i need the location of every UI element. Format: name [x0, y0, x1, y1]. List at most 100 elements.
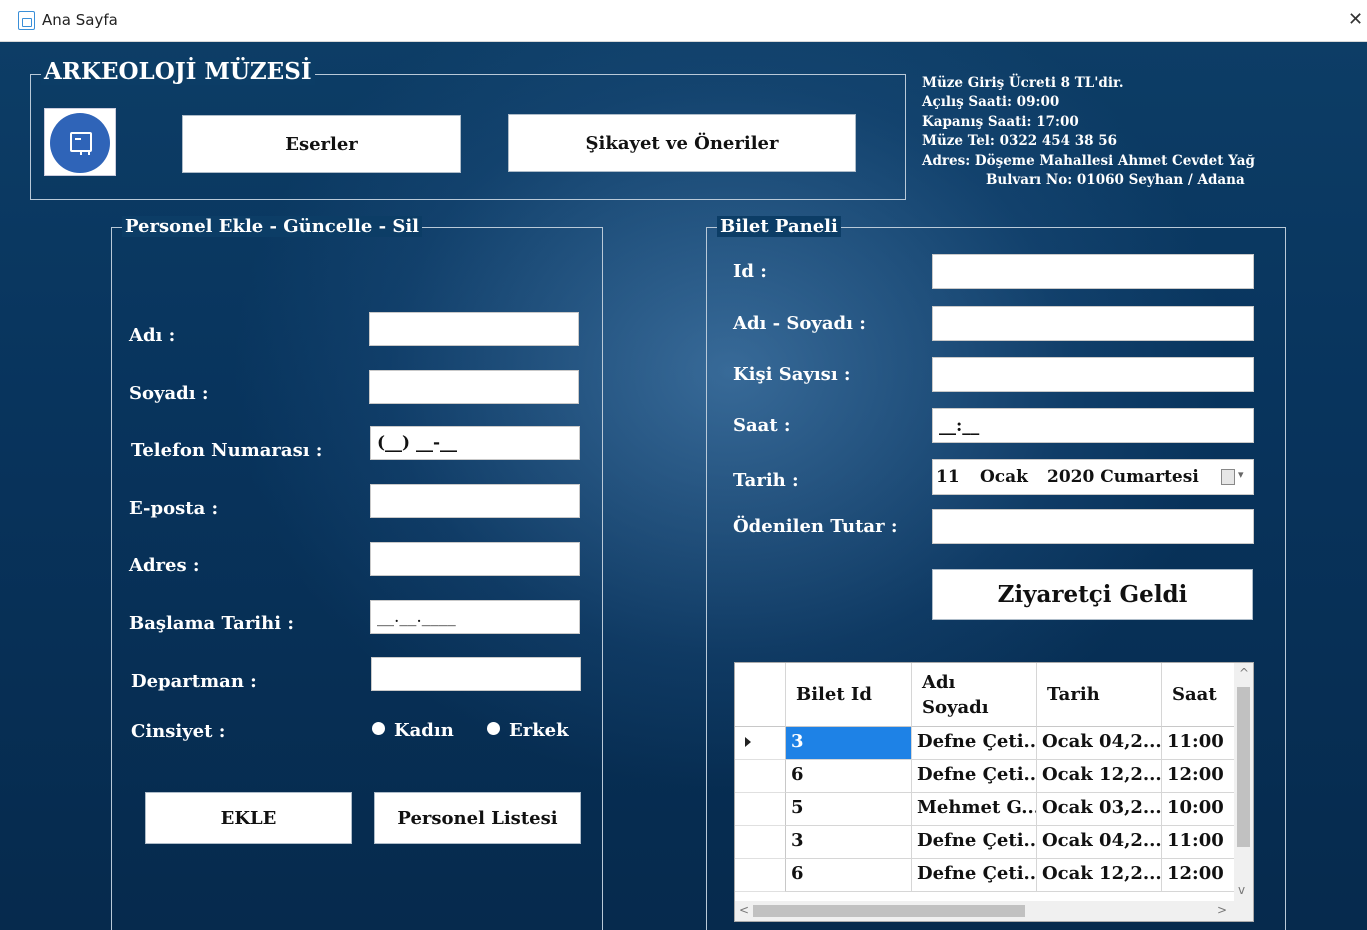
- vertical-scroll-thumb[interactable]: [1237, 687, 1250, 847]
- cell-adi-soyadi[interactable]: Mehmet G...: [912, 793, 1037, 826]
- erkek-radio[interactable]: Erkek: [487, 720, 569, 741]
- cell-adi-soyadi[interactable]: Defne Çeti...: [912, 727, 1037, 760]
- close-icon[interactable]: ✕: [1348, 9, 1363, 30]
- horizontal-scroll-thumb[interactable]: [753, 905, 1025, 917]
- vertical-scrollbar[interactable]: ^ v: [1234, 663, 1253, 903]
- kadin-radio-label: Kadın: [394, 720, 454, 741]
- cell-bilet-id[interactable]: 6: [786, 760, 912, 793]
- horizontal-scrollbar[interactable]: < >: [735, 901, 1253, 921]
- cell-tarih[interactable]: Ocak 12,2...: [1037, 760, 1162, 793]
- ekle-button[interactable]: EKLE: [145, 792, 352, 844]
- scroll-right-icon[interactable]: >: [1217, 903, 1227, 917]
- adi-soyadi-input[interactable]: [932, 306, 1254, 341]
- column-header-bilet-id[interactable]: Bilet Id: [786, 663, 912, 727]
- bilet-data-grid[interactable]: Bilet Id Adı Soyadı Tarih Saat 3 Defne Ç…: [734, 662, 1254, 922]
- kisi-sayisi-label: Kişi Sayısı :: [733, 364, 851, 385]
- calendar-icon[interactable]: [1221, 469, 1235, 485]
- saat-label: Saat :: [733, 415, 791, 436]
- odenilen-tutar-label: Ödenilen Tutar :: [733, 516, 898, 537]
- info-line: Müze Tel: 0322 454 38 56: [922, 133, 1118, 150]
- sikayet-oneriler-button[interactable]: Şikayet ve Öneriler: [508, 114, 856, 172]
- cell-bilet-id[interactable]: 3: [786, 727, 912, 760]
- table-row[interactable]: 6 Defne Çeti... Ocak 12,2... 12:00: [735, 760, 1235, 793]
- radio-dot-icon: [487, 722, 500, 735]
- cell-tarih[interactable]: Ocak 12,2...: [1037, 859, 1162, 892]
- bilet-group-title: Bilet Paneli: [713, 216, 845, 237]
- museum-logo-icon: [44, 108, 116, 176]
- info-line: Kapanış Saati: 17:00: [922, 113, 1079, 130]
- cell-adi-soyadi[interactable]: Defne Çeti...: [912, 826, 1037, 859]
- cell-tarih[interactable]: Ocak 04,2...: [1037, 826, 1162, 859]
- cell-tarih[interactable]: Ocak 04,2...: [1037, 727, 1162, 760]
- eserler-button[interactable]: Eserler: [182, 115, 461, 173]
- personel-group-title: Personel Ekle - Güncelle - Sil: [118, 216, 426, 237]
- table-row[interactable]: 5 Mehmet G... Ocak 03,2... 10:00: [735, 793, 1235, 826]
- row-header[interactable]: [735, 760, 786, 793]
- tarih-date-picker[interactable]: 11 Ocak 2020 Cumartesi ▾: [932, 459, 1254, 495]
- date-month: Ocak: [980, 467, 1028, 487]
- chevron-down-icon[interactable]: ▾: [1238, 468, 1244, 481]
- soyadi-label: Soyadı :: [129, 383, 209, 404]
- id-input[interactable]: [932, 254, 1254, 289]
- row-header[interactable]: [735, 859, 786, 892]
- departman-input[interactable]: [371, 657, 581, 691]
- cell-tarih[interactable]: Ocak 03,2...: [1037, 793, 1162, 826]
- main-form: ARKEOLOJİ MÜZESİ Eserler Şikayet ve Öner…: [0, 42, 1367, 930]
- scroll-up-icon[interactable]: ^: [1239, 666, 1249, 680]
- eposta-input[interactable]: [370, 484, 580, 518]
- adi-soyadi-label: Adı - Soyadı :: [733, 313, 866, 334]
- tarih-label: Tarih :: [733, 470, 799, 491]
- cell-saat[interactable]: 12:00: [1162, 859, 1235, 892]
- departman-label: Departman :: [131, 671, 257, 692]
- grid-header: Bilet Id Adı Soyadı Tarih Saat: [735, 663, 1235, 727]
- cell-adi-soyadi[interactable]: Defne Çeti...: [912, 859, 1037, 892]
- kadin-radio[interactable]: Kadın: [372, 720, 454, 741]
- telefon-input[interactable]: [370, 426, 580, 460]
- info-line: Adres: Döşeme Mahallesi Ahmet Cevdet Yağ: [922, 152, 1255, 169]
- app-window-icon: [18, 11, 35, 30]
- column-header-tarih[interactable]: Tarih: [1037, 663, 1162, 727]
- cell-saat[interactable]: 12:00: [1162, 760, 1235, 793]
- window-title: Ana Sayfa: [42, 11, 118, 29]
- table-row[interactable]: 3 Defne Çeti... Ocak 04,2... 11:00: [735, 826, 1235, 859]
- adi-input[interactable]: [369, 312, 579, 346]
- odenilen-tutar-input[interactable]: [932, 509, 1254, 544]
- kisi-sayisi-input[interactable]: [932, 357, 1254, 392]
- id-label: Id :: [733, 261, 767, 282]
- ziyaretci-geldi-button[interactable]: Ziyaretçi Geldi: [932, 569, 1253, 620]
- table-row[interactable]: 3 Defne Çeti... Ocak 04,2... 11:00: [735, 727, 1235, 760]
- scroll-left-icon[interactable]: <: [739, 903, 749, 917]
- cell-bilet-id[interactable]: 3: [786, 826, 912, 859]
- telefon-label: Telefon Numarası :: [131, 440, 323, 461]
- column-header-adi-soyadi[interactable]: Adı Soyadı: [912, 663, 1037, 727]
- baslama-tarihi-input[interactable]: [370, 600, 580, 634]
- row-header[interactable]: [735, 826, 786, 859]
- saat-input[interactable]: [932, 408, 1254, 443]
- cell-adi-soyadi[interactable]: Defne Çeti...: [912, 760, 1037, 793]
- museum-info: Müze Giriş Ücreti 8 TL'dir. Açılış Saati…: [922, 74, 1255, 190]
- info-line: Açılış Saati: 09:00: [922, 94, 1060, 111]
- title-bar: Ana Sayfa ✕: [0, 0, 1367, 42]
- personel-listesi-button[interactable]: Personel Listesi: [374, 792, 581, 844]
- adi-label: Adı :: [129, 325, 176, 346]
- cell-saat[interactable]: 11:00: [1162, 826, 1235, 859]
- cell-saat[interactable]: 11:00: [1162, 727, 1235, 760]
- eposta-label: E-posta :: [129, 498, 219, 519]
- radio-dot-icon: [372, 722, 385, 735]
- date-year-weekday: 2020 Cumartesi: [1047, 467, 1199, 487]
- info-line: Müze Giriş Ücreti 8 TL'dir.: [922, 75, 1124, 91]
- row-header[interactable]: [735, 793, 786, 826]
- row-header[interactable]: [735, 727, 786, 760]
- cinsiyet-label: Cinsiyet :: [131, 721, 226, 742]
- cell-bilet-id[interactable]: 5: [786, 793, 912, 826]
- erkek-radio-label: Erkek: [509, 720, 569, 741]
- column-header-saat[interactable]: Saat: [1162, 663, 1235, 727]
- table-row[interactable]: 6 Defne Çeti... Ocak 12,2... 12:00: [735, 859, 1235, 892]
- grid-corner: [735, 663, 786, 727]
- cell-saat[interactable]: 10:00: [1162, 793, 1235, 826]
- cell-bilet-id[interactable]: 6: [786, 859, 912, 892]
- scroll-down-icon[interactable]: v: [1238, 883, 1245, 897]
- info-line: Bulvarı No: 01060 Seyhan / Adana: [986, 172, 1245, 189]
- soyadi-input[interactable]: [369, 370, 579, 404]
- adres-input[interactable]: [370, 542, 580, 576]
